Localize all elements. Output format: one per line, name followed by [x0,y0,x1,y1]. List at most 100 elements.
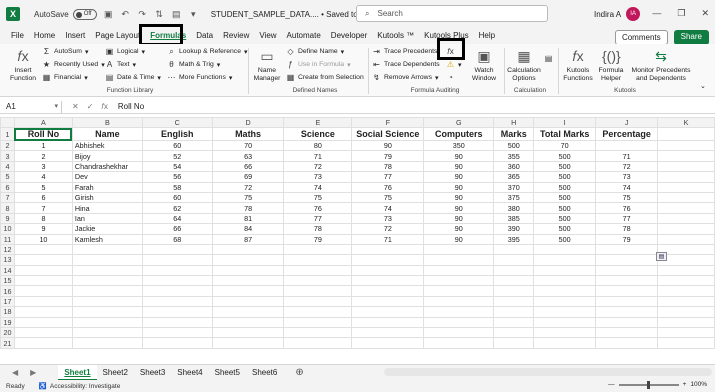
data-cell[interactable]: 9 [13,223,73,235]
data-cell[interactable]: 90 [423,150,495,162]
data-cell[interactable]: 69 [211,171,285,183]
empty-cell[interactable] [533,275,597,287]
empty-cell[interactable] [13,327,73,339]
column-header[interactable]: I [533,117,597,128]
insert-function-button[interactable]: 𝑓x Insert Function [6,47,40,83]
data-cell[interactable]: 500 [533,181,597,193]
header-cell[interactable]: Social Science [351,127,425,141]
data-cell[interactable]: 56 [141,171,213,183]
data-cell[interactable]: 500 [533,191,597,204]
data-cell[interactable]: 66 [141,223,213,235]
sheet-tab[interactable]: Sheet5 [209,365,246,381]
data-cell[interactable]: Dev [71,171,143,183]
trace-dependents-button[interactable]: ⇤ Trace Dependents [372,60,440,69]
empty-cell[interactable] [657,295,715,308]
empty-cell[interactable] [13,295,73,308]
empty-cell[interactable] [533,306,597,318]
empty-cell[interactable] [595,243,659,256]
empty-cell[interactable] [595,295,659,308]
empty-cell[interactable] [657,127,715,141]
data-cell[interactable]: 71 [283,150,353,162]
empty-cell[interactable] [283,295,353,308]
empty-cell[interactable] [71,264,143,277]
data-cell[interactable]: 75 [351,191,425,204]
data-cell[interactable]: 385 [493,212,535,225]
use-in-formula-button[interactable]: ƒ Use in Formula ▾ [286,60,350,69]
empty-cell[interactable] [493,295,535,308]
column-header[interactable]: A [13,117,73,128]
empty-cell[interactable] [351,264,425,277]
tab-kutools[interactable]: Kutools ™ [372,28,419,44]
data-cell[interactable]: 370 [493,181,535,193]
empty-cell[interactable] [657,223,715,235]
lookup-reference-button[interactable]: ⌕ Lookup & Reference ▾ [167,47,247,56]
empty-cell[interactable] [595,316,659,329]
data-cell[interactable]: Farah [71,181,143,193]
column-header[interactable]: B [71,117,143,128]
empty-cell[interactable] [657,233,715,245]
row-header[interactable]: 19 [0,316,15,329]
next-sheet-icon[interactable]: ▶ [30,368,36,377]
user-account[interactable]: Indira A IA [594,7,641,21]
data-cell[interactable]: 7 [13,202,73,214]
empty-cell[interactable] [657,275,715,287]
row-header[interactable]: 2 [0,139,15,152]
recently-used-button[interactable]: ★ Recently Used ▾ [42,60,105,69]
calculation-options-button[interactable]: ▦ Calculation Options [506,47,542,83]
column-header[interactable]: G [423,117,495,128]
empty-cell[interactable] [283,316,353,329]
data-cell[interactable]: 87 [211,233,285,245]
empty-cell[interactable] [657,316,715,329]
tab-developer[interactable]: Developer [326,28,372,44]
empty-cell[interactable] [13,306,73,318]
empty-cell[interactable] [71,337,143,349]
customize-qat-icon[interactable]: ▾ [188,9,199,20]
empty-cell[interactable] [283,285,353,297]
data-cell[interactable]: 73 [283,171,353,183]
prev-sheet-icon[interactable]: ◀ [12,368,18,377]
data-cell[interactable]: 72 [595,160,659,173]
header-cell[interactable]: English [141,127,213,141]
data-cell[interactable]: 79 [351,150,425,162]
autosum-button[interactable]: Σ AutoSum ▾ [42,47,88,56]
data-cell[interactable]: 350 [423,139,495,152]
logical-button[interactable]: ▣ Logical ▾ [105,47,145,56]
row-header[interactable]: 13 [0,254,15,266]
empty-cell[interactable] [141,337,213,349]
data-cell[interactable]: 90 [423,202,495,214]
empty-cell[interactable] [423,295,495,308]
empty-cell[interactable] [71,243,143,256]
data-cell[interactable]: 4 [13,171,73,183]
empty-cell[interactable] [13,275,73,287]
more-functions-button[interactable]: ⋯ More Functions ▾ [167,73,233,82]
row-header[interactable]: 20 [0,327,15,339]
data-cell[interactable]: Ian [71,212,143,225]
empty-cell[interactable] [283,327,353,339]
monitor-precedents-button[interactable]: ⇆ Monitor Precedents and Dependents [630,47,692,83]
empty-cell[interactable] [423,337,495,349]
empty-cell[interactable] [351,275,425,287]
empty-cell[interactable] [423,285,495,297]
empty-cell[interactable] [141,243,213,256]
data-cell[interactable]: 6 [13,191,73,204]
data-cell[interactable]: 78 [211,202,285,214]
empty-cell[interactable] [493,285,535,297]
data-cell[interactable]: 90 [351,139,425,152]
error-checking-button[interactable]: ⚠ ▾ [446,60,462,69]
header-cell[interactable]: Computers [423,127,495,141]
tab-view[interactable]: View [254,28,281,44]
data-cell[interactable]: Hina [71,202,143,214]
watch-window-button[interactable]: ▣ Watch Window [468,47,500,83]
data-cell[interactable]: 71 [351,233,425,245]
name-manager-button[interactable]: ▭ Name Manager [252,47,282,83]
empty-cell[interactable] [283,275,353,287]
empty-cell[interactable] [657,285,715,297]
empty-cell[interactable] [533,243,597,256]
empty-cell[interactable] [13,337,73,349]
data-cell[interactable]: 380 [493,202,535,214]
empty-cell[interactable] [595,139,659,152]
kutools-functions-button[interactable]: 𝑓x Kutools Functions [562,47,594,83]
empty-cell[interactable] [493,264,535,277]
empty-cell[interactable] [71,295,143,308]
data-cell[interactable]: 90 [423,171,495,183]
